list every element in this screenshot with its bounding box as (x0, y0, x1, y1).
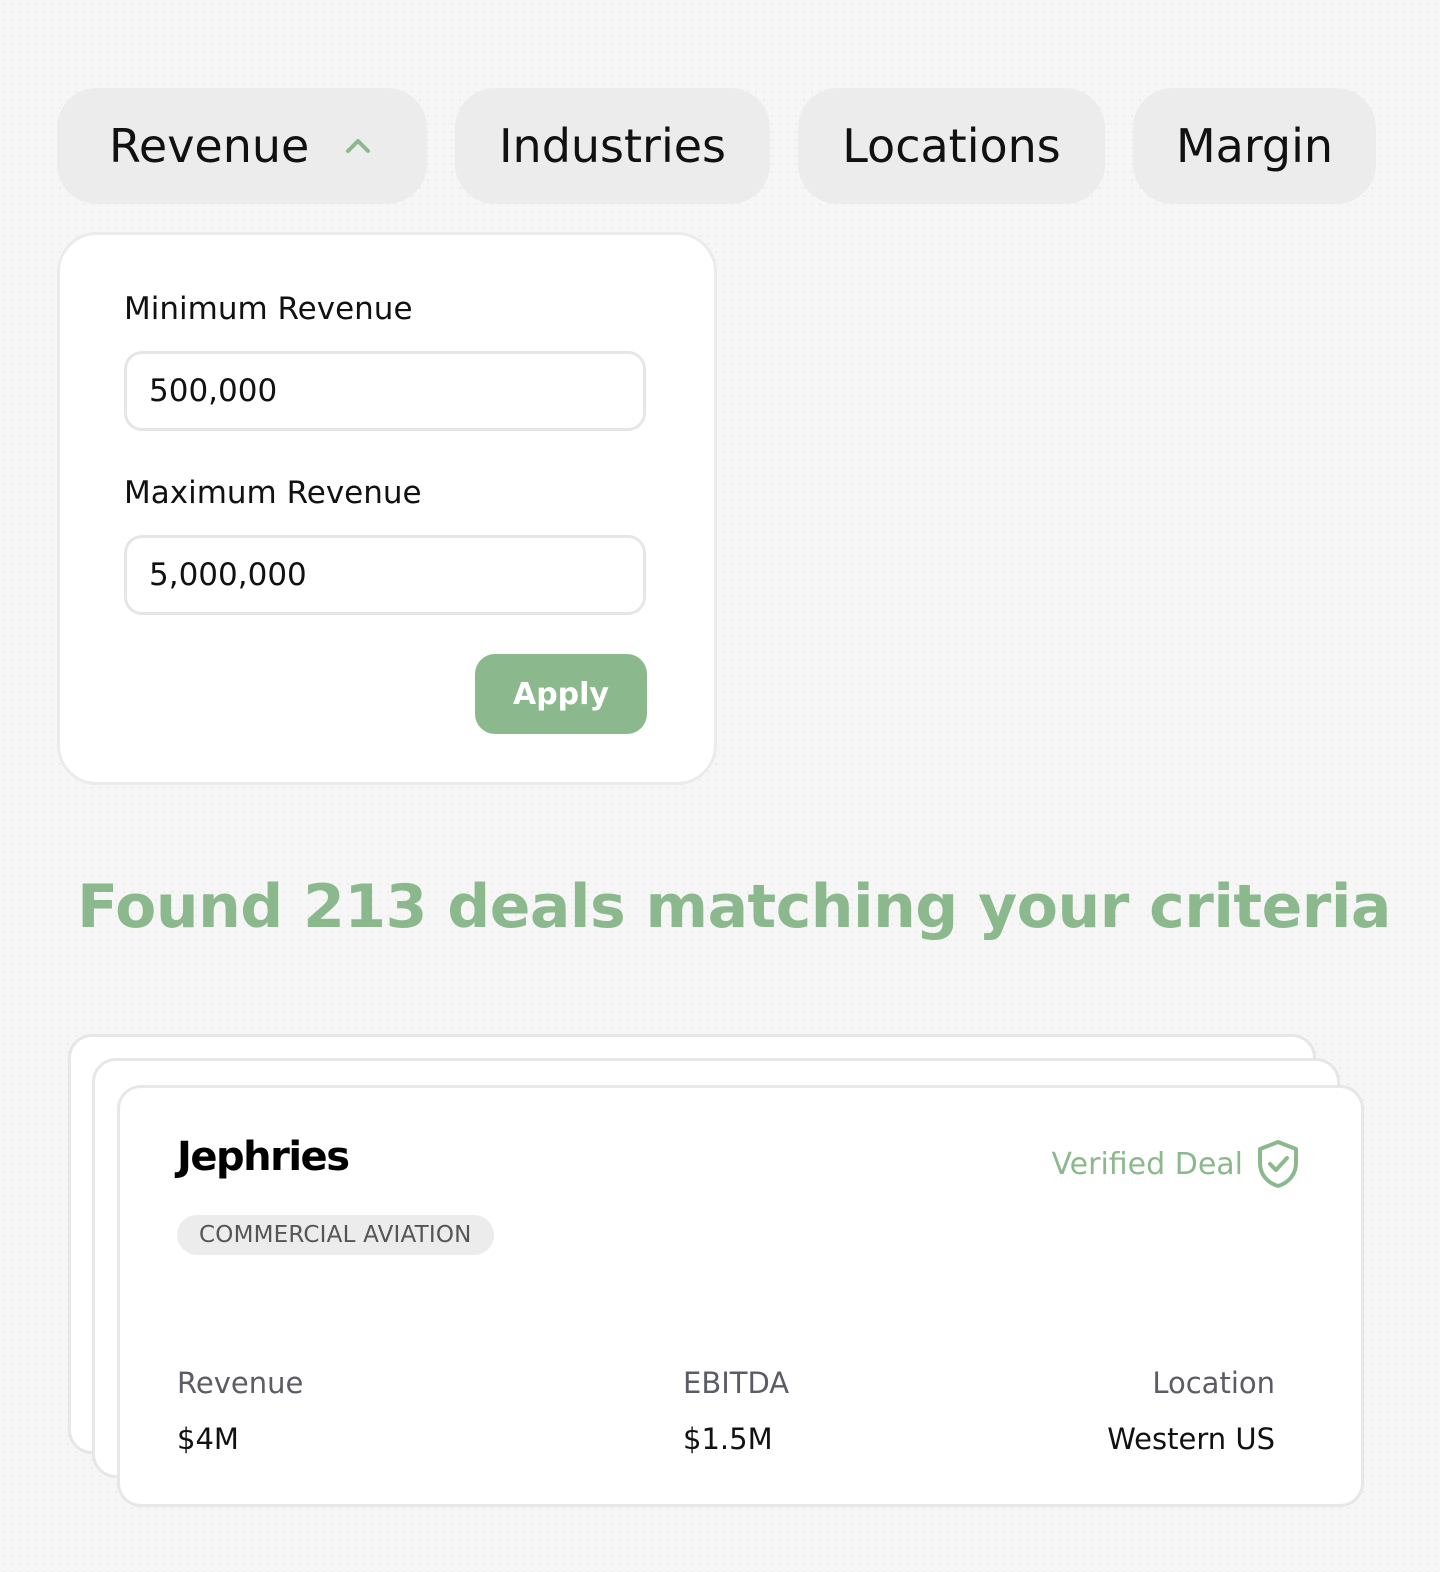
deal-industry-label: COMMERCIAL AVIATION (199, 1222, 472, 1248)
deal-card[interactable]: Jephries COMMERCIAL AVIATION Verified De… (117, 1085, 1364, 1507)
results-heading: Found 213 deals matching your criteria (77, 872, 1391, 942)
revenue-filter-button[interactable]: Revenue (57, 88, 427, 204)
margin-filter-label: Margin (1175, 119, 1334, 173)
revenue-metric-value: $4M (177, 1422, 239, 1456)
minimum-revenue-label: Minimum Revenue (124, 291, 413, 327)
margin-filter-button[interactable]: Margin (1133, 88, 1376, 204)
location-metric-value: Western US (1107, 1422, 1275, 1456)
maximum-revenue-label: Maximum Revenue (124, 475, 422, 511)
revenue-filter-panel: Minimum Revenue Maximum Revenue Apply (57, 232, 717, 785)
chevron-up-icon (346, 139, 370, 153)
locations-filter-button[interactable]: Locations (798, 88, 1105, 204)
industries-filter-label: Industries (498, 119, 727, 173)
verified-deal-label: Verified Deal (1051, 1146, 1243, 1182)
industries-filter-button[interactable]: Industries (455, 88, 770, 204)
maximum-revenue-input[interactable] (124, 535, 646, 615)
revenue-metric-label: Revenue (177, 1366, 304, 1400)
verified-deal-badge: Verified Deal (1051, 1139, 1301, 1189)
revenue-filter-label: Revenue (109, 119, 310, 173)
deal-company-name: Jephries (177, 1134, 350, 1180)
locations-filter-label: Locations (842, 119, 1061, 173)
ebitda-metric-label: EBITDA (683, 1366, 790, 1400)
ebitda-metric-value: $1.5M (683, 1422, 773, 1456)
location-metric-label: Location (1152, 1366, 1275, 1400)
apply-button[interactable]: Apply (475, 654, 647, 734)
minimum-revenue-input[interactable] (124, 351, 646, 431)
shield-check-icon (1258, 1140, 1298, 1188)
deal-industry-tag: COMMERCIAL AVIATION (177, 1215, 494, 1255)
